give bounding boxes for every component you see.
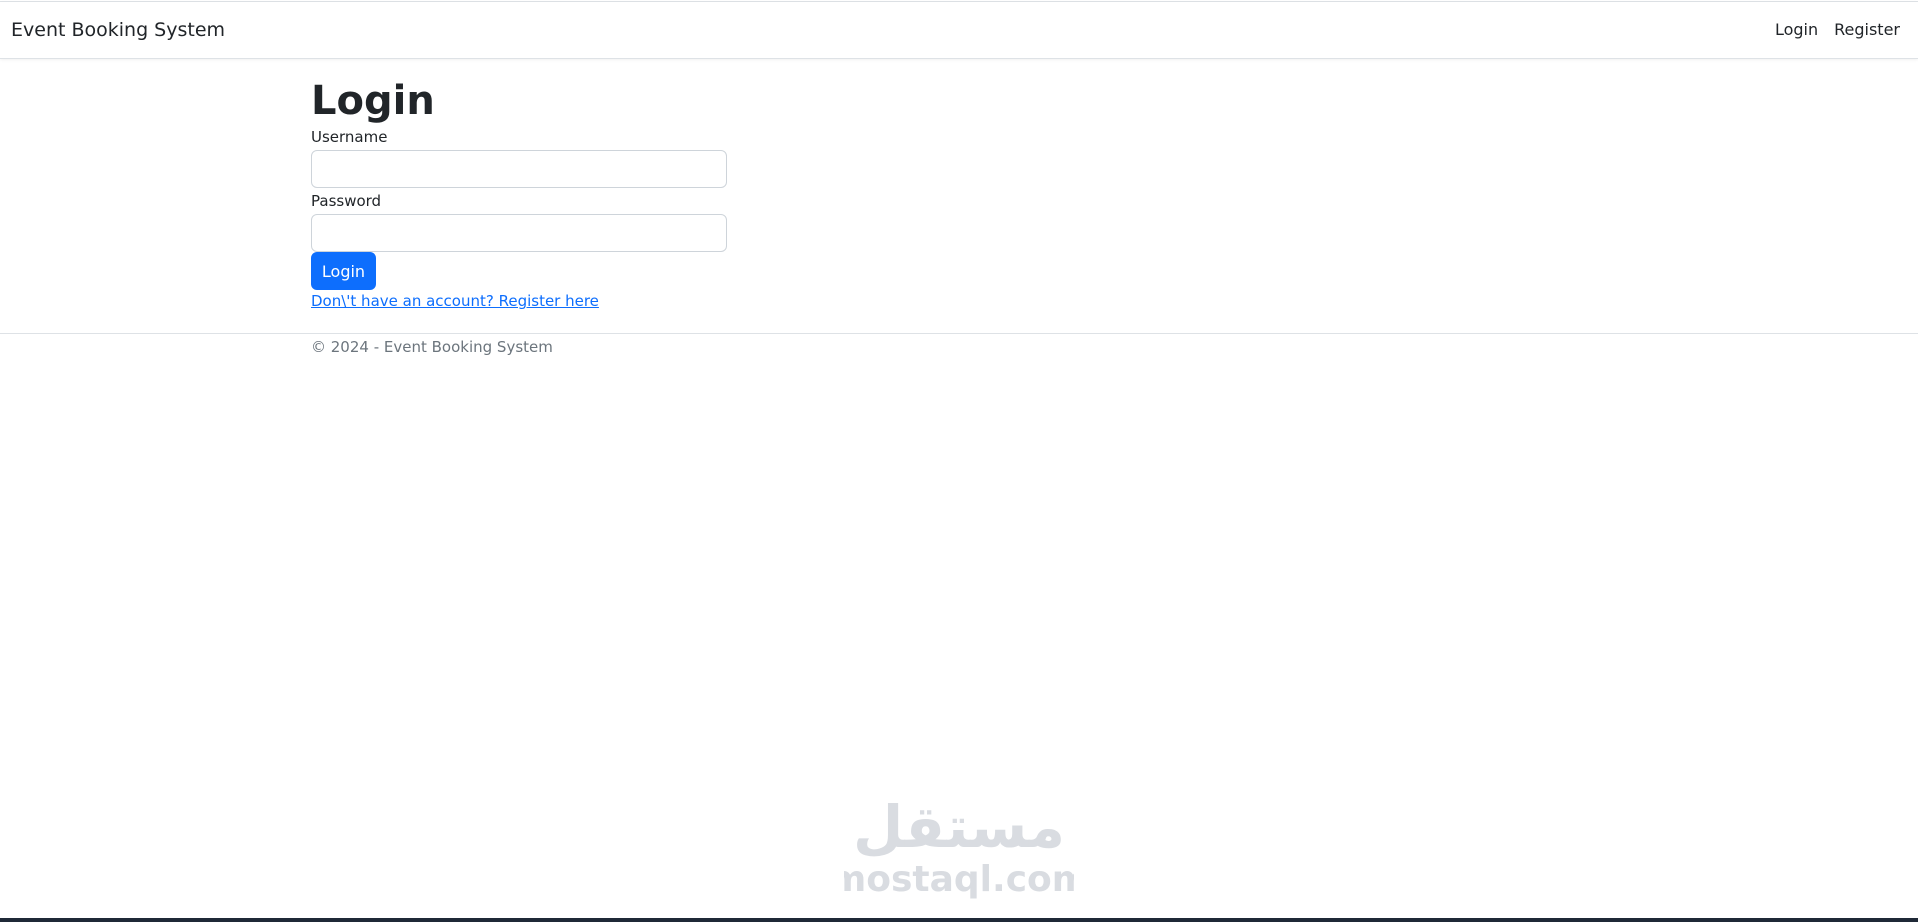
nav-register-link[interactable]: Register	[1834, 20, 1900, 39]
nav-login-link[interactable]: Login	[1775, 20, 1818, 39]
footer-copyright: © 2024 - Event Booking System	[311, 338, 553, 356]
watermark-latin-text: mostaql.com	[844, 859, 1074, 900]
password-label: Password	[311, 192, 382, 210]
login-form: Username Password Login	[311, 128, 1607, 290]
main-container: Login Username Password Login Don\'t hav…	[311, 70, 1607, 310]
brand-link[interactable]: Event Booking System	[11, 19, 225, 41]
footer: © 2024 - Event Booking System	[0, 333, 1918, 372]
username-input[interactable]	[311, 150, 727, 188]
login-button[interactable]: Login	[311, 252, 376, 290]
bottom-border	[0, 918, 1918, 922]
register-here-link[interactable]: Don\'t have an account? Register here	[311, 292, 599, 310]
nav-links: Login Register	[1775, 20, 1900, 39]
mostaql-watermark-logo: مستقل mostaql.com	[844, 797, 1074, 900]
password-input[interactable]	[311, 214, 727, 252]
watermark-arabic-text: مستقل	[853, 797, 1065, 861]
page: Event Booking System Login Register Logi…	[0, 0, 1918, 922]
username-label: Username	[311, 128, 388, 146]
page-title: Login	[311, 78, 435, 124]
navbar: Event Booking System Login Register	[0, 2, 1918, 59]
